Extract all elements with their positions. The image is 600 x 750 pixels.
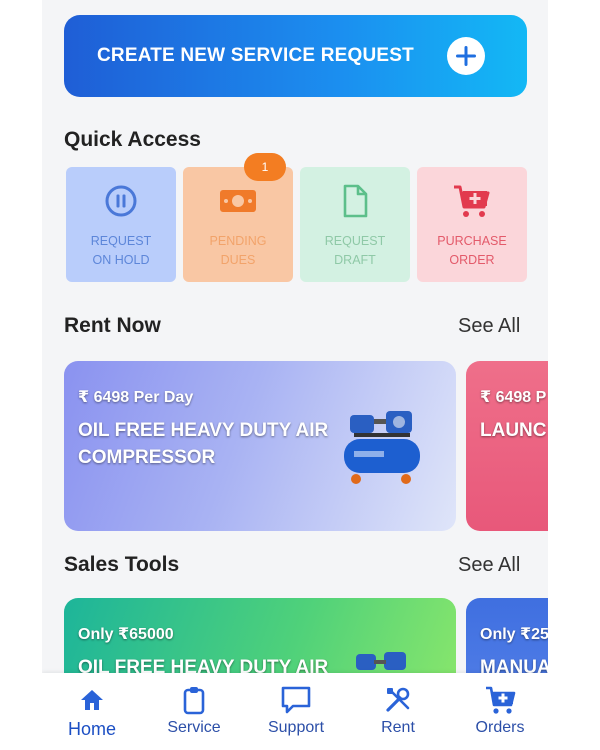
- sales-tools-see-all-link[interactable]: See All: [458, 554, 520, 577]
- rent-now-title: Rent Now: [64, 314, 161, 337]
- cart-icon: [452, 184, 492, 218]
- tools-icon: [384, 683, 412, 717]
- app-screen: CREATE NEW SERVICE REQUEST Quick Access …: [42, 0, 548, 750]
- sales-card-price: Only ₹65000: [78, 626, 174, 643]
- quick-access-request-draft[interactable]: REQUEST DRAFT: [300, 167, 410, 282]
- quick-access-pending-dues[interactable]: PENDING DUES: [183, 167, 293, 282]
- quick-access-purchase-order[interactable]: PURCHASE ORDER: [417, 167, 527, 282]
- tab-orders[interactable]: Orders: [460, 683, 540, 737]
- create-service-request-button[interactable]: CREATE NEW SERVICE REQUEST: [64, 15, 527, 97]
- create-service-request-label: CREATE NEW SERVICE REQUEST: [97, 45, 414, 66]
- tab-label: Home: [67, 719, 116, 739]
- quick-access-label-line1: PURCHASE: [437, 234, 507, 248]
- quick-access-label-line1: REQUEST: [90, 234, 152, 248]
- cash-icon: [218, 184, 258, 218]
- rent-card-product-name: LAUNC: [480, 420, 547, 441]
- rent-now-see-all-link[interactable]: See All: [458, 315, 520, 338]
- tab-home[interactable]: Home: [52, 683, 132, 740]
- quick-access-title: Quick Access: [64, 128, 201, 151]
- cart-plus-icon: [484, 683, 516, 717]
- air-compressor-image: [340, 405, 426, 496]
- rent-card-second[interactable]: ₹ 6498 P LAUNC: [466, 361, 548, 531]
- rent-card-price: ₹ 6498 P: [480, 389, 547, 406]
- bottom-tab-bar: Home Service Support Rent Orders: [42, 673, 548, 750]
- tab-service[interactable]: Service: [154, 683, 234, 737]
- quick-access-label-line2: ON HOLD: [92, 253, 150, 267]
- sales-card-price: Only ₹25: [480, 626, 548, 643]
- quick-access-request-on-hold[interactable]: REQUEST ON HOLD: [66, 167, 176, 282]
- tab-label: Support: [267, 719, 325, 736]
- rent-card-air-compressor[interactable]: ₹ 6498 Per Day OIL FREE HEAVY DUTY AIR C…: [64, 361, 456, 531]
- tab-label: Service: [167, 719, 221, 736]
- rent-card-price: ₹ 6498 Per Day: [78, 389, 194, 406]
- tab-label: Rent: [381, 719, 415, 736]
- document-icon: [340, 184, 370, 218]
- quick-access-label-line2: DUES: [220, 253, 256, 267]
- tab-rent[interactable]: Rent: [358, 683, 438, 737]
- pause-circle-icon: [104, 184, 138, 218]
- tab-label: Orders: [475, 719, 525, 736]
- chat-icon: [280, 683, 312, 717]
- rent-card-product-name: OIL FREE HEAVY DUTY AIR COMPRESSOR: [78, 420, 329, 468]
- clipboard-icon: [182, 683, 206, 717]
- quick-access-label-line1: REQUEST: [324, 234, 386, 248]
- quick-access-label-line2: DRAFT: [334, 253, 376, 267]
- home-icon: [79, 683, 105, 717]
- sales-tools-title: Sales Tools: [64, 553, 180, 576]
- tab-support[interactable]: Support: [256, 683, 336, 737]
- quick-access-label-line1: PENDING: [209, 234, 267, 248]
- pending-dues-badge: 1: [244, 153, 286, 181]
- quick-access-label-line2: ORDER: [449, 253, 495, 267]
- plus-circle-icon: [447, 37, 485, 75]
